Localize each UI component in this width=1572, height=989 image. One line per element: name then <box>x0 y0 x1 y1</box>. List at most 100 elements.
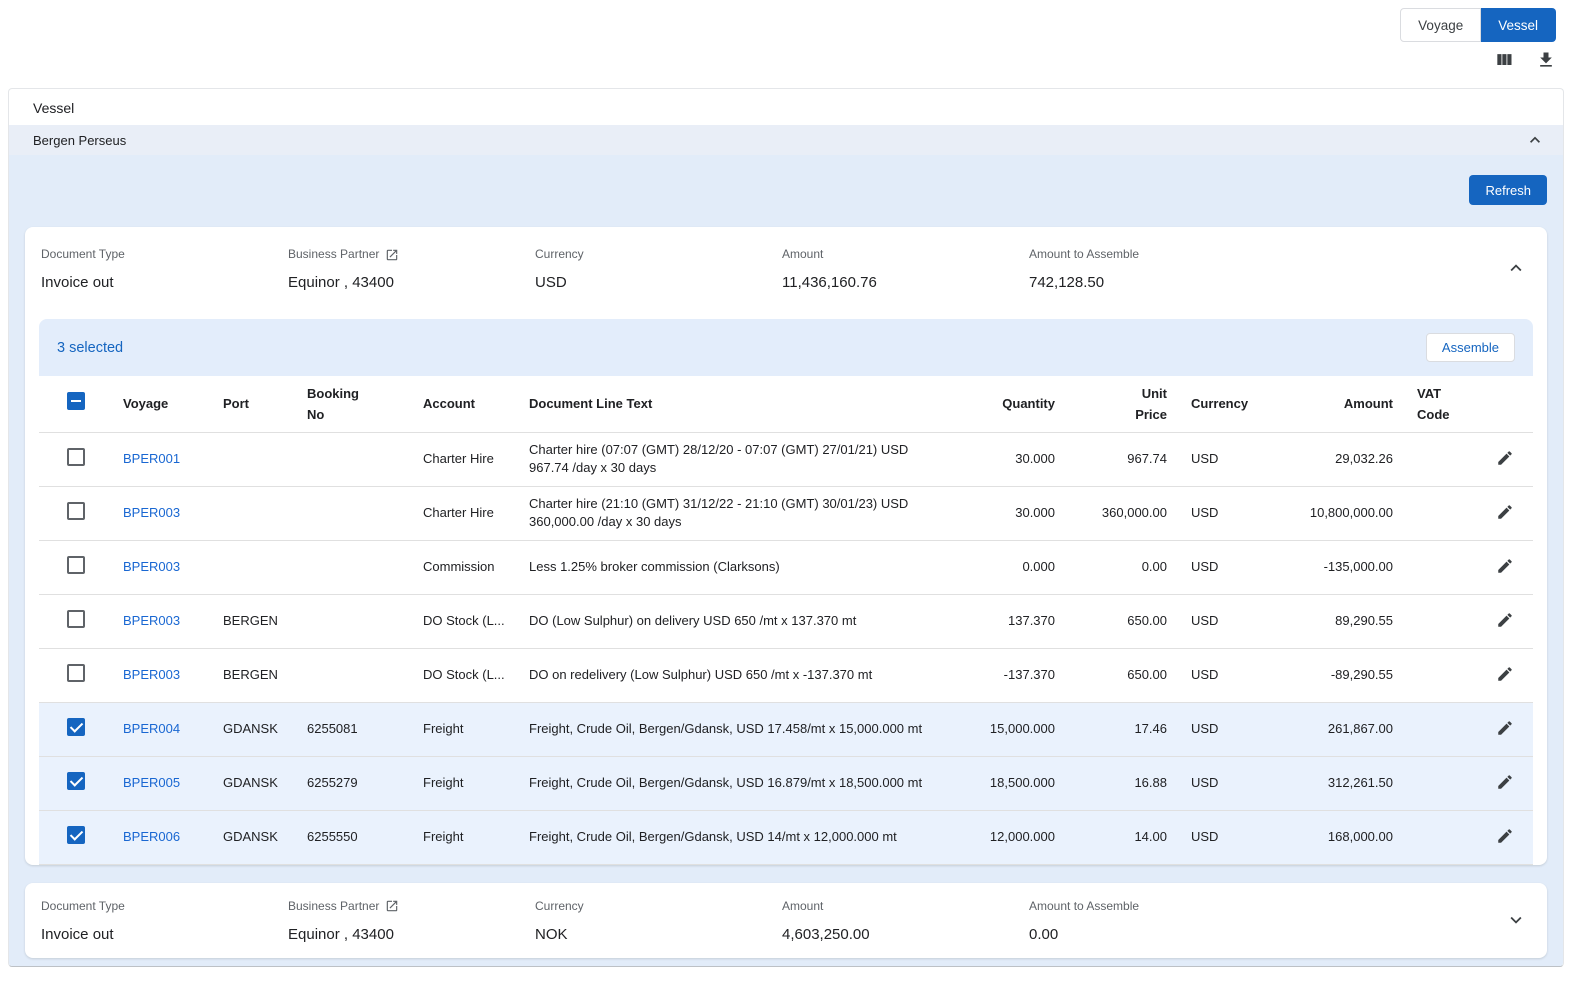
field-business-partner: Business Partner Equinor , 43400 <box>288 899 535 944</box>
voyage-link[interactable]: BPER003 <box>123 505 180 520</box>
voyage-link[interactable]: BPER003 <box>123 667 180 682</box>
document-card-usd: Document Type Invoice out Business Partn… <box>25 227 1547 865</box>
edit-button[interactable] <box>1494 447 1516 469</box>
pencil-icon <box>1496 449 1514 467</box>
cell-vat-code <box>1405 756 1477 810</box>
col-document-line-text: Document Line Text <box>517 376 957 432</box>
line-items-table: Voyage Port Booking No Account Document … <box>39 376 1533 865</box>
open-in-new-icon[interactable] <box>385 248 399 262</box>
col-quantity: Quantity <box>957 376 1067 432</box>
cell-text: Freight, Crude Oil, Bergen/Gdansk, USD 1… <box>517 702 957 756</box>
cell-booking-no: 6255081 <box>295 702 411 756</box>
row-checkbox[interactable] <box>67 448 85 466</box>
edit-button[interactable] <box>1494 825 1516 847</box>
document-card-nok: Document Type Invoice out Business Partn… <box>25 883 1547 958</box>
cell-amount: -89,290.55 <box>1265 648 1405 702</box>
row-checkbox[interactable] <box>67 772 85 790</box>
edit-button[interactable] <box>1494 771 1516 793</box>
voyage-link[interactable]: BPER003 <box>123 613 180 628</box>
voyage-link[interactable]: BPER005 <box>123 775 180 790</box>
open-in-new-icon[interactable] <box>385 899 399 913</box>
cell-port: GDANSK <box>211 702 295 756</box>
cell-text: Freight, Crude Oil, Bergen/Gdansk, USD 1… <box>517 810 957 864</box>
col-vat-code: VAT Code <box>1405 376 1477 432</box>
page: Voyage Vessel Vessel Bergen Perseus Refr… <box>0 0 1572 989</box>
vessel-toggle-button[interactable]: Vessel <box>1481 8 1556 42</box>
row-checkbox[interactable] <box>67 664 85 682</box>
voyage-link[interactable]: BPER003 <box>123 559 180 574</box>
cell-text: Freight, Crude Oil, Bergen/Gdansk, USD 1… <box>517 756 957 810</box>
field-value: Invoice out <box>41 274 288 292</box>
cell-port: BERGEN <box>211 648 295 702</box>
row-checkbox[interactable] <box>67 610 85 628</box>
select-all-checkbox[interactable] <box>67 392 85 410</box>
edit-button[interactable] <box>1494 609 1516 631</box>
pencil-icon <box>1496 827 1514 845</box>
refresh-row: Refresh <box>25 155 1547 227</box>
columns-icon[interactable] <box>1494 50 1514 70</box>
field-value: 742,128.50 <box>1029 274 1276 292</box>
cell-currency: USD <box>1179 756 1265 810</box>
pencil-icon <box>1496 611 1514 629</box>
edit-button[interactable] <box>1494 501 1516 523</box>
cell-account: DO Stock (L... <box>411 594 517 648</box>
cell-unit-price: 967.74 <box>1067 432 1179 486</box>
edit-button[interactable] <box>1494 663 1516 685</box>
field-label: Currency <box>535 247 782 262</box>
field-value: 0.00 <box>1029 926 1276 944</box>
row-checkbox[interactable] <box>67 718 85 736</box>
col-currency: Currency <box>1179 376 1265 432</box>
topbar: Voyage Vessel <box>0 0 1572 88</box>
row-checkbox[interactable] <box>67 826 85 844</box>
pencil-icon <box>1496 719 1514 737</box>
cell-unit-price: 650.00 <box>1067 648 1179 702</box>
row-checkbox[interactable] <box>67 502 85 520</box>
row-checkbox-cell <box>39 648 111 702</box>
cell-account: DO Stock (L... <box>411 648 517 702</box>
voyage-link[interactable]: BPER006 <box>123 829 180 844</box>
vessel-name: Bergen Perseus <box>33 133 126 148</box>
cell-amount: 168,000.00 <box>1265 810 1405 864</box>
edit-button[interactable] <box>1494 555 1516 577</box>
cell-port: GDANSK <box>211 756 295 810</box>
cell-account: Freight <box>411 702 517 756</box>
chevron-up-icon[interactable] <box>1525 130 1545 150</box>
cell-quantity: 30.000 <box>957 432 1067 486</box>
edit-button[interactable] <box>1494 717 1516 739</box>
field-label: Business Partner <box>288 899 535 914</box>
field-value: 4,603,250.00 <box>782 926 1029 944</box>
cell-currency: USD <box>1179 540 1265 594</box>
download-icon[interactable] <box>1536 50 1556 70</box>
voyage-toggle-button[interactable]: Voyage <box>1400 8 1481 42</box>
cell-quantity: 18,500.000 <box>957 756 1067 810</box>
row-checkbox[interactable] <box>67 556 85 574</box>
table-row: BPER003BERGENDO Stock (L...DO on redeliv… <box>39 648 1533 702</box>
view-toggle-group: Voyage Vessel <box>1400 8 1556 42</box>
expand-button[interactable] <box>1501 905 1531 938</box>
cell-vat-code <box>1405 432 1477 486</box>
cell-quantity: 0.000 <box>957 540 1067 594</box>
field-document-type: Document Type Invoice out <box>41 247 288 292</box>
cell-vat-code <box>1405 486 1477 540</box>
cell-voyage: BPER006 <box>111 810 211 864</box>
assemble-button[interactable]: Assemble <box>1426 333 1515 362</box>
collapse-button[interactable] <box>1501 253 1531 286</box>
field-value: Invoice out <box>41 926 288 944</box>
vessel-details: Refresh Document Type Invoice out Busine… <box>9 155 1563 966</box>
voyage-link[interactable]: BPER001 <box>123 451 180 466</box>
cell-currency: USD <box>1179 810 1265 864</box>
cell-voyage: BPER004 <box>111 702 211 756</box>
field-label: Document Type <box>41 247 288 262</box>
voyage-link[interactable]: BPER004 <box>123 721 180 736</box>
cell-account: Freight <box>411 756 517 810</box>
toolbar-icons <box>1494 50 1556 70</box>
vessel-accordion-header[interactable]: Bergen Perseus <box>9 125 1563 155</box>
chevron-down-icon <box>1505 909 1527 934</box>
cell-amount: 10,800,000.00 <box>1265 486 1405 540</box>
cell-quantity: -137.370 <box>957 648 1067 702</box>
cell-vat-code <box>1405 540 1477 594</box>
refresh-button[interactable]: Refresh <box>1469 175 1547 205</box>
line-items: Voyage Port Booking No Account Document … <box>39 376 1533 865</box>
edit-cell <box>1477 756 1533 810</box>
cell-voyage: BPER005 <box>111 756 211 810</box>
